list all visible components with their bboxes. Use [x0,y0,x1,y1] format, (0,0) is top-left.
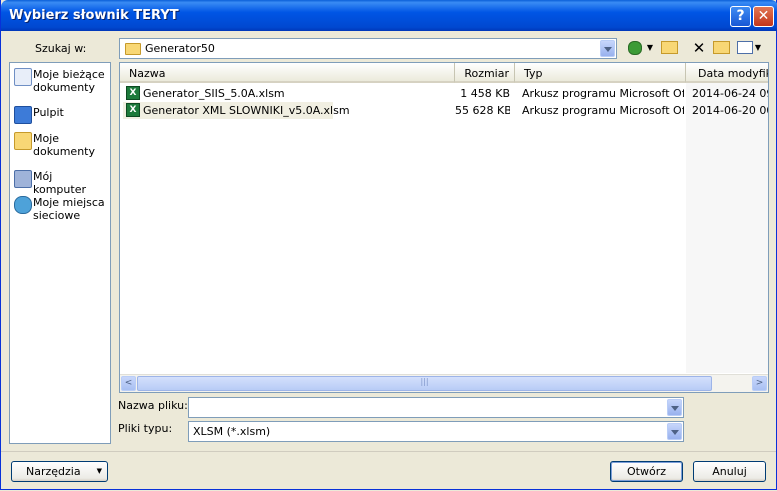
place-recent-documents[interactable]: Moje bieżące dokumenty [12,65,108,95]
file-date: 2014-06-20 00: [692,104,768,117]
file-name: Generator_SIIS_5.0A.xlsm [143,87,285,100]
file-size: 1 458 KB [460,87,510,100]
views-icon[interactable] [735,38,755,58]
filename-label: Nazwa pliku: [118,399,188,412]
tools-dropdown-icon: ▼ [96,467,102,475]
recent-documents-icon [14,68,32,86]
file-name: Generator XML SLOWNIKI_v5.0A.xlsm [143,104,350,117]
place-network[interactable]: Moje miejsca sieciowe [12,193,108,223]
column-header-name[interactable]: Nazwa [120,63,455,83]
window-title: Wybierz słownik TERYT [9,8,179,23]
column-header-type[interactable]: Typ [515,63,686,83]
file-row[interactable]: X Generator XML SLOWNIKI_v5.0A.xlsm 55 6… [120,102,768,119]
title-bar[interactable]: Wybierz słownik TERYT ? ✕ [1,0,777,31]
network-places-icon [14,196,32,214]
place-label: Moje bieżące dokumenty [33,68,105,94]
scroll-grip: ||| [420,377,429,386]
file-date: 2014-06-24 09: [692,87,768,100]
look-in-combo[interactable]: Generator50 [119,38,617,59]
sorted-column-shade [686,83,768,373]
place-desktop[interactable]: Pulpit [12,103,108,124]
tools-button[interactable]: Narzędzia ▼ [11,461,108,482]
filetype-dropdown-button[interactable] [667,423,682,440]
my-computer-icon [14,170,32,188]
look-in-dropdown-button[interactable] [600,40,615,57]
scroll-left-button[interactable]: < [121,376,136,391]
filetype-value: XLSM (*.xlsm) [193,425,271,438]
look-in-label: Szukaj w: [35,42,87,55]
places-bar: Moje bieżące dokumenty Pulpit Moje dokum… [9,62,111,444]
place-my-documents[interactable]: Moje dokumenty [12,129,108,159]
tools-label: Narzędzia [26,465,81,478]
close-button[interactable]: ✕ [753,6,774,27]
look-in-value: Generator50 [145,42,215,55]
filename-dropdown-button[interactable] [667,399,682,416]
back-icon[interactable] [625,38,645,58]
back-dropdown-icon[interactable]: ▼ [645,38,655,58]
views-dropdown-icon[interactable]: ▼ [753,38,763,58]
help-button[interactable]: ? [730,6,751,27]
my-documents-icon [14,132,32,150]
file-list[interactable]: Nazwa Rozmiar Typ Data modyfikac X Gener… [119,62,769,393]
excel-file-icon: X [126,86,140,100]
column-header-date[interactable]: Data modyfikac [686,63,768,83]
open-button[interactable]: Otwórz [610,461,683,482]
scroll-right-button[interactable]: > [752,376,767,391]
excel-file-icon: X [126,103,140,117]
horizontal-scrollbar[interactable]: < ||| > [120,374,768,392]
folder-icon [125,43,141,55]
delete-icon[interactable]: ✕ [689,38,709,58]
file-row[interactable]: X Generator_SIIS_5.0A.xlsm 1 458 KB Arku… [120,85,768,102]
file-size: 55 628 KB [455,104,510,117]
file-type: Arkusz programu Microsoft Off... [522,104,684,117]
place-my-computer[interactable]: Mój komputer [12,167,108,196]
file-type: Arkusz programu Microsoft Off... [522,87,684,100]
column-header-size[interactable]: Rozmiar [455,63,515,83]
file-open-dialog: Wybierz słownik TERYT ? ✕ Szukaj w: Gene… [0,0,777,490]
cancel-button[interactable]: Anuluj [693,461,766,482]
place-label: Pulpit [33,106,64,119]
desktop-icon [14,106,32,124]
up-folder-icon[interactable] [659,38,679,58]
place-label: Moje dokumenty [33,132,95,158]
filetype-combo[interactable]: XLSM (*.xlsm) [188,421,684,442]
filename-combo[interactable] [188,397,684,418]
scroll-thumb[interactable]: ||| [137,376,712,391]
filetype-label: Pliki typu: [118,422,173,435]
divider [1,451,776,452]
new-folder-icon[interactable] [711,38,731,58]
place-label: Moje miejsca sieciowe [33,196,105,222]
